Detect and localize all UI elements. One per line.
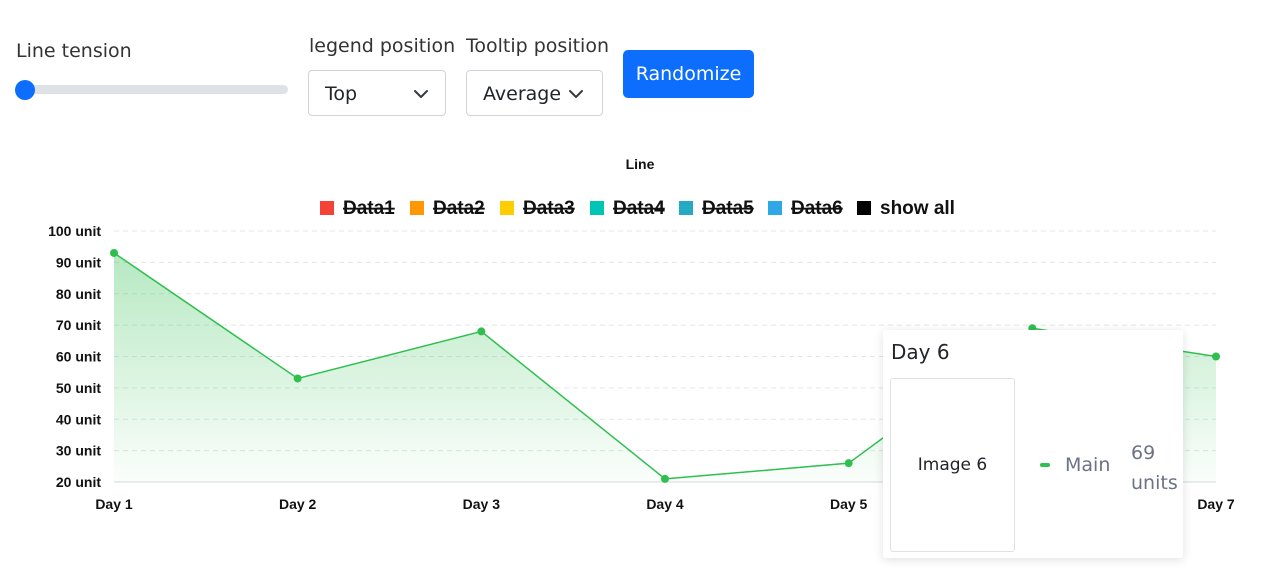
- data-point[interactable]: [844, 459, 853, 468]
- legend-label-data4[interactable]: Data4: [613, 198, 665, 219]
- legend-label-data1[interactable]: Data1: [343, 198, 395, 219]
- y-tick-label: 60 unit: [56, 349, 101, 365]
- x-tick-label: Day 1: [95, 496, 133, 512]
- legend-label-show-all[interactable]: show all: [880, 198, 955, 219]
- x-tick-label: Day 2: [279, 496, 317, 512]
- y-tick-label: 90 unit: [56, 254, 101, 270]
- data-point[interactable]: [110, 248, 118, 257]
- x-tick-label: Day 4: [646, 496, 684, 512]
- legend-swatch[interactable]: [768, 201, 782, 215]
- legend-swatch[interactable]: [679, 201, 693, 215]
- y-tick-label: 30 unit: [56, 443, 101, 459]
- tooltip-image-placeholder: Image 6: [890, 378, 1015, 552]
- tooltip-series-name: Main: [1065, 454, 1111, 476]
- legend-swatch[interactable]: [590, 201, 604, 215]
- legend-label-data3[interactable]: Data3: [523, 198, 575, 219]
- x-tick-label: Day 7: [1197, 496, 1235, 512]
- tooltip-image-label: Image 6: [917, 455, 988, 475]
- y-tick-label: 50 unit: [56, 380, 101, 396]
- chart-tooltip: Day 6 Image 6 Main 69 units: [883, 330, 1183, 558]
- legend-swatch[interactable]: [320, 201, 334, 215]
- x-tick-label: Day 5: [830, 496, 868, 512]
- chart-page: Line tension legend position Top Tooltip…: [0, 0, 1279, 586]
- y-axis: 20 unit 30 unit 40 unit 50 unit 60 unit 70 un…: [48, 223, 101, 490]
- tooltip-series-swatch: [1040, 463, 1050, 467]
- legend-swatch[interactable]: [410, 201, 424, 215]
- data-point[interactable]: [1212, 352, 1220, 361]
- legend-swatch[interactable]: [500, 201, 514, 215]
- chart-title: Line: [626, 156, 655, 172]
- legend-label-data2[interactable]: Data2: [433, 198, 485, 219]
- y-tick-label: 100 unit: [48, 223, 101, 239]
- x-tick-label: Day 3: [463, 496, 501, 512]
- legend-swatch[interactable]: [857, 201, 871, 215]
- y-tick-label: 20 unit: [56, 474, 101, 490]
- tooltip-title: Day 6: [891, 340, 950, 364]
- data-point[interactable]: [661, 474, 669, 483]
- data-point[interactable]: [477, 327, 486, 336]
- chart-legend: Data1 Data2 Data3 Data4 Data5 Data6 show all: [320, 198, 955, 219]
- tooltip-value: 69 units: [1131, 438, 1187, 498]
- y-tick-label: 70 unit: [56, 317, 101, 333]
- legend-label-data5[interactable]: Data5: [702, 198, 754, 219]
- data-point[interactable]: [293, 374, 302, 383]
- legend-label-data6[interactable]: Data6: [791, 198, 843, 219]
- y-tick-label: 40 unit: [56, 411, 101, 427]
- y-tick-label: 80 unit: [56, 286, 101, 302]
- tooltip-value-number: 69: [1131, 442, 1156, 464]
- tooltip-value-unit: units: [1131, 472, 1178, 494]
